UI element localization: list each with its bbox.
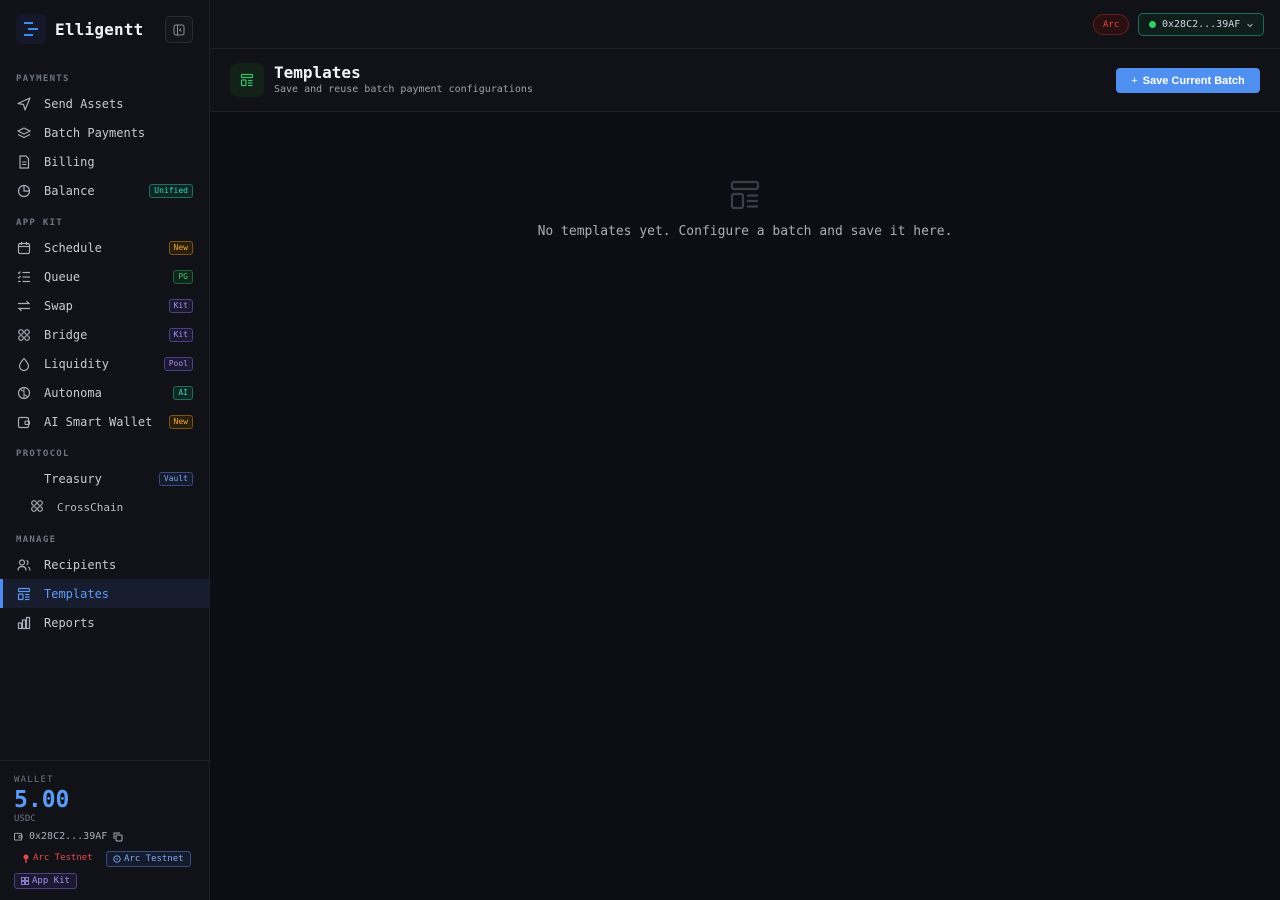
sidebar-item-reports[interactable]: Reports [0, 608, 209, 637]
page-subtitle: Save and reuse batch payment configurati… [274, 84, 533, 95]
connected-status-dot [1149, 21, 1156, 28]
sidebar-item-liquidity[interactable]: Liquidity Pool [0, 349, 209, 378]
sidebar-item-label: Balance [44, 183, 95, 198]
save-button-label: Save Current Batch [1142, 74, 1245, 87]
document-icon [16, 154, 32, 170]
bar-chart-icon [16, 615, 32, 631]
send-icon [16, 96, 32, 112]
sidebar-item-send-assets[interactable]: Send Assets [0, 89, 209, 118]
section-label-manage: MANAGE [16, 535, 57, 545]
sidebar-item-queue[interactable]: Queue PG [0, 262, 209, 291]
sidebar-item-recipients[interactable]: Recipients [0, 550, 209, 579]
sidebar-item-label: Send Assets [44, 96, 124, 111]
brand-name: Elligentt [55, 19, 144, 39]
chevron-down-icon [1247, 23, 1254, 27]
new-badge: New [168, 414, 193, 429]
sidebar-item-billing[interactable]: Billing [0, 147, 209, 176]
network-indicator: Arc Testnet [22, 853, 93, 863]
wallet-address: 0x28C2...39AF [1162, 19, 1241, 30]
wallet-label: WALLET [14, 775, 54, 785]
wallet-unit: USDC [14, 814, 36, 824]
wallet-icon [16, 414, 32, 430]
sidebar-item-label: Swap [44, 298, 73, 313]
network-badge[interactable]: Arc [1093, 14, 1130, 35]
plus-icon: + [1131, 74, 1138, 87]
save-current-batch-button[interactable]: + Save Current Batch [1116, 68, 1260, 93]
sidebar-item-label: CrossChain [57, 500, 124, 514]
list-check-icon [16, 269, 32, 285]
sidebar-item-label: Batch Payments [44, 125, 146, 140]
network-name: Arc Testnet [33, 853, 93, 863]
kit-badge: Kit [168, 298, 193, 313]
empty-state-message: No templates yet. Configure a batch and … [537, 224, 953, 239]
users-icon [16, 557, 32, 573]
sidebar-item-schedule[interactable]: Schedule New [0, 233, 209, 262]
bridge-icon [16, 327, 32, 343]
pin-icon [23, 854, 29, 863]
sidebar-item-bridge[interactable]: Bridge Kit [0, 320, 209, 349]
sidebar-item-label: Schedule [44, 240, 102, 255]
unified-badge: Unified [149, 183, 193, 198]
brand[interactable]: Elligentt [16, 14, 144, 44]
sidebar-item-label: Reports [44, 615, 95, 630]
chart-pie-icon [16, 183, 32, 199]
kit-icon [21, 877, 29, 885]
sidebar-item-ai-smart-wallet[interactable]: AI Smart Wallet New [0, 407, 209, 436]
sidebar-item-autonoma[interactable]: Autonoma AI [0, 378, 209, 407]
sidebar-item-label: Bridge [44, 327, 88, 342]
template-icon [728, 178, 762, 212]
pool-badge: Pool [163, 356, 193, 371]
page-title: Templates [274, 63, 361, 82]
template-icon [230, 63, 264, 97]
sidebar-item-label: Queue [44, 269, 81, 284]
info-circle-icon [113, 855, 121, 863]
section-label-app-kit: APP KIT [16, 218, 64, 228]
section-label-payments: PAYMENTS [16, 74, 70, 84]
vault-badge: Vault [158, 471, 193, 486]
sidebar-toggle-icon [173, 24, 185, 35]
arc-testnet-chip: Arc Testnet [106, 851, 191, 867]
brain-icon [16, 385, 32, 401]
menu-logo-icon [16, 14, 46, 44]
wallet-icon [14, 832, 23, 841]
pg-badge: PG [173, 269, 193, 284]
topbar: Arc 0x28C2...39AF [210, 0, 1280, 49]
wallet-address: 0x28C2...39AF [29, 831, 108, 842]
swap-arrows-icon [16, 298, 32, 314]
kit-badge: Kit [168, 327, 193, 342]
sidebar-item-label: Treasury [44, 471, 102, 486]
sidebar-item-treasury[interactable]: Treasury Vault [0, 464, 209, 493]
layers-icon [16, 125, 32, 141]
sidebar-item-templates[interactable]: Templates [0, 579, 209, 608]
sidebar-item-label: Autonoma [44, 385, 102, 400]
sidebar-item-label: Templates [44, 586, 110, 601]
templates-empty-state: No templates yet. Configure a batch and … [210, 112, 1280, 900]
chip-label: App Kit [32, 876, 70, 886]
wallet-address-row: 0x28C2...39AF [14, 831, 123, 842]
calendar-icon [16, 240, 32, 256]
sidebar: Elligentt PAYMENTS Send Assets Batch Pay… [0, 0, 210, 900]
sidebar-item-balance[interactable]: Balance Unified [0, 176, 209, 205]
sidebar-item-label: Recipients [44, 557, 117, 572]
crosschain-icon [30, 498, 44, 517]
sidebar-item-batch-payments[interactable]: Batch Payments [0, 118, 209, 147]
ai-badge: AI [173, 385, 193, 400]
page-header: Templates Save and reuse batch payment c… [210, 49, 1280, 112]
template-icon [16, 586, 32, 602]
copy-icon[interactable] [113, 832, 123, 842]
sidebar-item-crosschain[interactable]: CrossChain [30, 498, 123, 516]
sidebar-item-label: Liquidity [44, 356, 110, 371]
chip-label: Arc Testnet [124, 854, 184, 864]
app-kit-chip: App Kit [14, 873, 77, 889]
sidebar-item-label: Billing [44, 154, 95, 169]
collapse-sidebar-button[interactable] [165, 16, 193, 43]
section-label-protocol: PROTOCOL [16, 449, 70, 459]
wallet-panel: WALLET 5.00 USDC 0x28C2...39AF Arc Testn… [0, 760, 209, 900]
sidebar-item-label: AI Smart Wallet [44, 414, 153, 429]
sidebar-item-swap[interactable]: Swap Kit [0, 291, 209, 320]
droplet-icon [16, 356, 32, 372]
wallet-connect-button[interactable]: 0x28C2...39AF [1138, 13, 1264, 36]
wallet-balance: 5.00 [14, 787, 70, 813]
new-badge: New [168, 240, 193, 255]
